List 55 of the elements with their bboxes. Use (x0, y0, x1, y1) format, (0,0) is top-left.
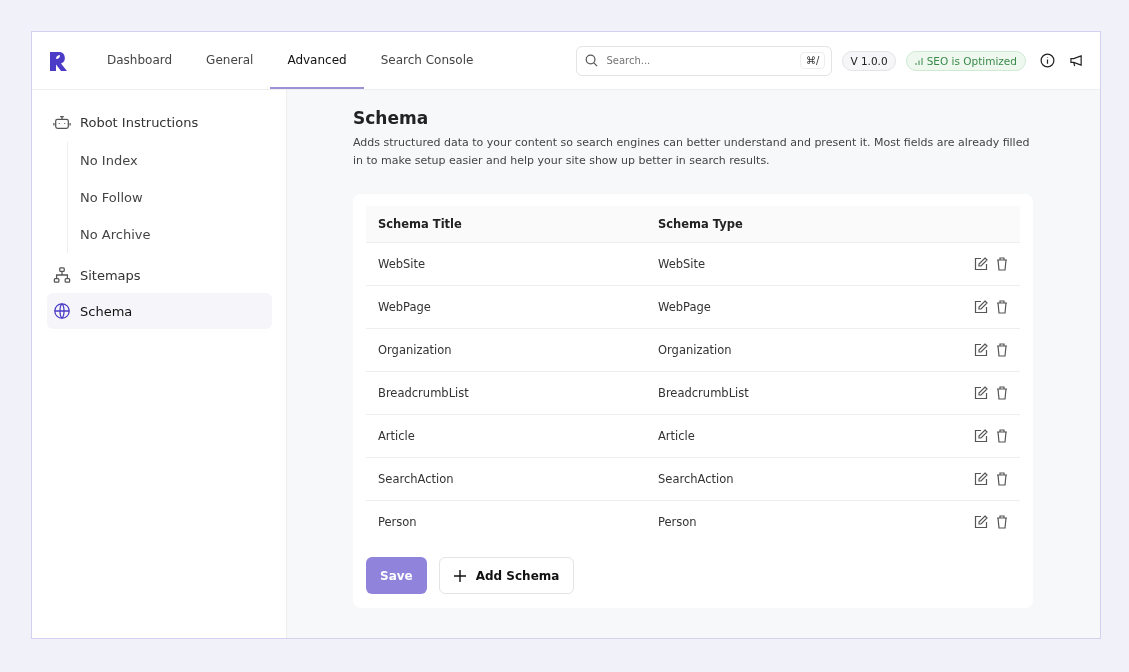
plus-icon (453, 569, 466, 582)
table-cell: WebSite (366, 242, 646, 286)
sidebar-item[interactable]: Sitemaps (47, 257, 272, 293)
search-bar[interactable]: Search... ⌘/ (576, 45, 833, 76)
edit-icon[interactable] (974, 515, 988, 530)
table-cell: Article (366, 414, 646, 458)
nav-tab[interactable]: General (189, 32, 271, 89)
robot-icon (53, 113, 71, 131)
nav-tab[interactable]: Dashboard (90, 32, 190, 89)
table-cell: Article (646, 414, 926, 458)
sidebar-subitem[interactable]: No Follow (78, 179, 272, 216)
table-cell: Person (646, 500, 926, 543)
edit-icon[interactable] (974, 386, 988, 401)
signal-icon (914, 56, 923, 65)
section-title: Schema (353, 108, 430, 128)
globe-icon (53, 302, 71, 320)
table-cell: BreadcrumbList (646, 371, 926, 415)
search-icon (585, 54, 599, 67)
edit-icon[interactable] (974, 472, 988, 487)
sidebar-item[interactable]: Schema (47, 293, 272, 329)
trash-icon[interactable] (996, 343, 1008, 358)
trash-icon[interactable] (996, 472, 1008, 487)
trash-icon[interactable] (996, 515, 1008, 530)
edit-icon[interactable] (974, 343, 988, 358)
trash-icon[interactable] (996, 300, 1008, 315)
edit-icon[interactable] (974, 257, 988, 272)
edit-icon[interactable] (974, 300, 988, 315)
megaphone-icon[interactable] (1069, 54, 1084, 67)
logo-icon (48, 49, 68, 72)
table-cell: Person (366, 500, 646, 543)
trash-icon[interactable] (996, 386, 1008, 401)
table-cell: Organization (646, 328, 926, 372)
shortcut-hint: ⌘/ (800, 52, 826, 69)
nav-tab[interactable]: Search Console (363, 32, 491, 89)
table-cell: SearchAction (366, 457, 646, 501)
trash-icon[interactable] (996, 257, 1008, 272)
table-cell: Organization (366, 328, 646, 372)
table-cell: BreadcrumbList (366, 371, 646, 415)
trash-icon[interactable] (996, 429, 1008, 444)
edit-icon[interactable] (974, 429, 988, 444)
seo-status-badge: SEO is Optimized (905, 50, 1026, 71)
column-header: Schema Type (646, 206, 926, 243)
table-cell: SearchAction (646, 457, 926, 501)
table-cell: WebPage (366, 285, 646, 329)
version-badge: V 1.0.0 (842, 50, 896, 71)
sidebar-item[interactable]: Robot Instructions (47, 104, 272, 140)
sidebar-subitem[interactable]: No Archive (78, 216, 272, 253)
add-schema-button[interactable]: Add Schema (438, 557, 575, 594)
info-icon[interactable] (1040, 53, 1055, 68)
table-cell: WebSite (646, 242, 926, 286)
column-header: Schema Title (366, 206, 646, 243)
section-description: Adds structured data to your content so search engines can better understand and present it. Most fields are already filled in to make setup easier and help your site show up better in search results. (353, 135, 1031, 169)
sidebar-subitem[interactable]: No Index (78, 142, 272, 179)
table-cell: WebPage (646, 285, 926, 329)
sitemap-icon (53, 266, 71, 284)
